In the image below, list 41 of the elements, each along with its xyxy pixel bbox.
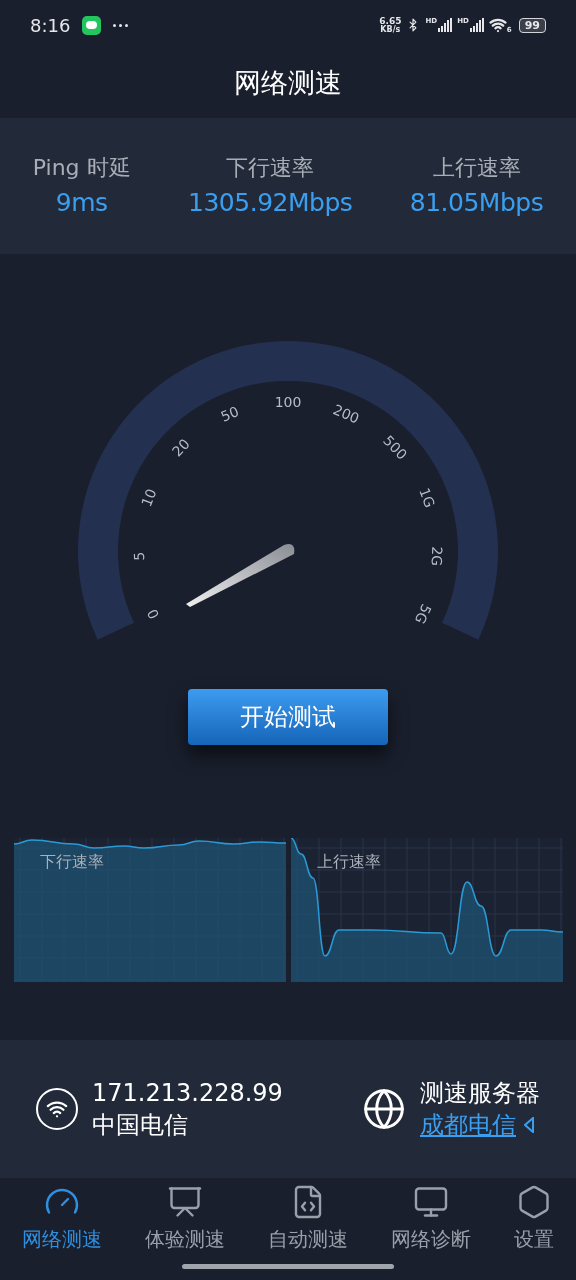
- status-time: 8:16: [30, 13, 71, 38]
- carrier-name: 中国电信: [92, 1110, 189, 1141]
- graph-label: 上行速率: [316, 851, 381, 873]
- stat-value: 1305.92Mbps: [188, 186, 353, 219]
- gauge-scale-label: 0: [143, 606, 163, 622]
- stat-value: 9ms: [55, 186, 108, 219]
- caret-icon: [524, 1117, 534, 1133]
- stat-label: Ping 时延: [32, 153, 131, 182]
- nav-tab[interactable]: 体验测速: [144, 1184, 225, 1254]
- page-title: 网络测速: [234, 65, 342, 100]
- gauge-scale-label: 10: [138, 486, 160, 509]
- gauge-scale-label: 50: [218, 403, 242, 425]
- stat-label: 下行速率: [226, 153, 315, 182]
- stat-label: 上行速率: [432, 153, 521, 182]
- graph-label: 下行速率: [39, 851, 104, 873]
- wifi-icon: [36, 1088, 78, 1130]
- gauge-scale-label: 1G: [416, 485, 439, 510]
- network-speed-unit: KB/s: [380, 25, 401, 34]
- gauge-scale-label: 20: [168, 435, 193, 460]
- globe-icon: [362, 1087, 406, 1131]
- server-label: 测速服务器: [420, 1078, 540, 1109]
- battery-icon: 99: [518, 17, 546, 33]
- gauge-scale-label: 5G: [411, 601, 435, 627]
- network-speed: 6.65: [379, 16, 402, 26]
- monitor-icon: [413, 1184, 450, 1220]
- nav-tab[interactable]: 网络诊断: [391, 1184, 472, 1254]
- nav-tab[interactable]: 网络测速: [21, 1184, 102, 1254]
- wifi-icon: [488, 16, 507, 34]
- gauge-scale-label: 2G: [428, 546, 446, 567]
- server-link[interactable]: 成都电信: [420, 1109, 540, 1141]
- stat-value: 81.05Mbps: [409, 186, 544, 219]
- more-icon: [113, 23, 129, 27]
- gauge-scale-label: 5: [130, 551, 148, 561]
- gauge-scale-label: 200: [330, 401, 362, 427]
- gauge-scale-label: 100: [274, 394, 302, 410]
- start-test-button[interactable]: 开始测试: [188, 689, 388, 745]
- ip-address: 171.213.228.99: [92, 1078, 283, 1109]
- chart-board-icon: [166, 1184, 203, 1220]
- nav-tab[interactable]: 设置: [514, 1184, 555, 1254]
- nav-tab[interactable]: 自动测速: [267, 1184, 348, 1254]
- chat-app-icon: [82, 15, 102, 35]
